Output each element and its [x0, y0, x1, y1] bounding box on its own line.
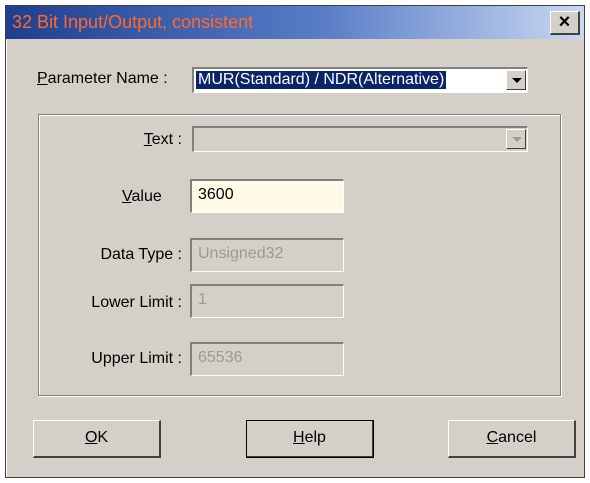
help-button[interactable]: Help	[246, 420, 374, 458]
chevron-down-icon[interactable]	[506, 70, 526, 90]
close-button[interactable]: ×	[550, 11, 580, 35]
lower-limit-field: 1	[190, 284, 344, 318]
title-bar[interactable]: 32 Bit Input/Output, consistent ×	[6, 6, 584, 39]
parameter-name-value: MUR(Standard) / NDR(Alternative)	[196, 71, 447, 89]
text-dropdown[interactable]	[192, 126, 528, 152]
text-label: Text :	[143, 131, 182, 148]
value-input[interactable]: 3600	[190, 179, 344, 213]
upper-limit-label: Upper Limit :	[91, 350, 182, 367]
upper-limit-field: 65536	[190, 342, 344, 376]
text-dropdown-value	[196, 130, 200, 148]
data-type-field: Unsigned32	[190, 238, 344, 272]
parameter-name-dropdown[interactable]: MUR(Standard) / NDR(Alternative)	[192, 67, 528, 93]
close-icon: ×	[558, 11, 571, 33]
value-label: Value	[122, 188, 162, 205]
window-title: 32 Bit Input/Output, consistent	[12, 12, 254, 32]
data-type-label: Data Type :	[100, 246, 182, 263]
chevron-down-icon[interactable]	[506, 129, 526, 149]
ok-button[interactable]: OK	[33, 420, 161, 458]
dialog-window: 32 Bit Input/Output, consistent × Parame…	[5, 5, 585, 478]
cancel-button[interactable]: Cancel	[448, 420, 576, 458]
lower-limit-label: Lower Limit :	[91, 294, 182, 311]
parameter-name-label: Parameter Name :	[37, 70, 168, 87]
